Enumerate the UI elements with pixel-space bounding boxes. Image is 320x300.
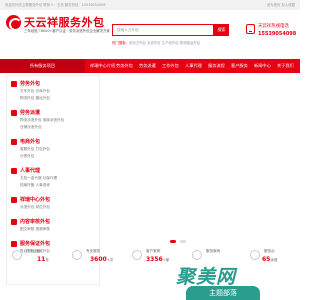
nav-all-categories[interactable]: 所有服务项目 [0, 59, 85, 73]
category-icon [11, 139, 17, 145]
category-title[interactable]: 人事代理 [20, 167, 40, 174]
nav-item-process[interactable]: 服务流程 [208, 59, 225, 73]
category-sub[interactable]: 物流派遣外包 电商派遣外包 [20, 118, 64, 123]
category-icon [11, 197, 17, 203]
stat-label: 服务案例 [206, 249, 221, 253]
main-nav: 所有服务项目 祥瑞中心介绍 劳务外包 劳务派遣 工作外包 人事代理 服务流程 客… [0, 59, 300, 73]
watermark-tag: 主题部落 [186, 286, 260, 300]
category-icon [11, 168, 17, 174]
category-sub[interactable]: 图文审核 视频审核 [20, 227, 50, 232]
customer-icon [132, 250, 142, 260]
search-button[interactable]: 搜索 [214, 24, 229, 36]
category-sub[interactable]: 客服外包 打包外包 [20, 147, 50, 152]
category-sub[interactable]: 分拣外包 [20, 154, 34, 159]
category-icon [11, 110, 17, 116]
category-icon [11, 219, 17, 225]
stat-number: 3600 [90, 256, 107, 263]
category-title[interactable]: 电商外包 [20, 138, 40, 145]
nav-item-dispatch[interactable]: 劳务派遣 [139, 59, 156, 73]
top-bar-links[interactable]: 设为首页 加入收藏 [267, 2, 295, 7]
banner-area[interactable] [100, 75, 298, 241]
experience-icon [12, 250, 22, 260]
nav-item-work-outsourcing[interactable]: 工作外包 [162, 59, 179, 73]
case-icon [192, 250, 202, 260]
stat-unit: +家 [162, 258, 170, 262]
stat-value: 3600+次 [90, 256, 113, 263]
nav-item-intro[interactable]: 祥瑞中心介绍 [90, 59, 115, 73]
category-title[interactable]: 祥瑞中心外包 [20, 196, 50, 203]
nav-item-about[interactable]: 关于我们 [277, 59, 294, 73]
hot-search-words: 热门搜索：劳动力外包 派遣外包 生产线外包 物流搬运外包 [112, 40, 200, 45]
stat-unit: 年 [45, 258, 49, 262]
nav-item-outsourcing[interactable]: 劳务外包 [116, 59, 133, 73]
category-title[interactable]: 内容审核外包 [20, 218, 50, 225]
hotline-number: 15539054098 [258, 31, 297, 37]
category-sub[interactable]: 五险一金代缴 社保代理 [20, 176, 57, 181]
stat-number: 3356 [146, 256, 163, 263]
nav-item-customer[interactable]: 客户服务 [231, 59, 248, 73]
nav-item-news[interactable]: 新闻中心 [254, 59, 271, 73]
category-title[interactable]: 劳务外包 [20, 80, 40, 87]
hot-search-list[interactable]: 劳动力外包 派遣外包 生产线外包 物流搬运外包 [129, 41, 200, 45]
category-sub[interactable]: 档案托管 人事咨询 [20, 183, 50, 188]
stat-label: 行业经验 [26, 249, 41, 253]
category-title[interactable]: 劳务派遣 [20, 109, 40, 116]
stat-label: 服务点 [264, 249, 275, 253]
stat-unit: 余座 [270, 258, 278, 262]
search-input[interactable]: 搜索人力外包 [112, 24, 214, 36]
category-sub[interactable]: 叉车外包 仓库外包 [20, 89, 50, 94]
carousel-dot[interactable] [180, 240, 186, 243]
category-sub[interactable]: 物流外包 搬运外包 [20, 96, 50, 101]
nav-item-hr-agency[interactable]: 人事代理 [185, 59, 202, 73]
category-sub[interactable]: 仓储派遣外包 [20, 125, 42, 130]
stat-label: 专业服务 [86, 249, 101, 253]
category-sub[interactable]: 派遣外包 岗位外包 [20, 205, 50, 210]
stat-value: 3356+家 [146, 256, 169, 263]
stat-label: 客户案例 [146, 249, 161, 253]
location-icon [250, 250, 260, 260]
stat-value: 11年 [37, 256, 49, 263]
watermark-logo: 聚美网 [176, 266, 237, 288]
stat-value: 65余座 [262, 256, 278, 263]
top-bar-welcome: 欢迎访问天云祥服务外包 联系人：王总 服务热线：15539054098 [5, 3, 106, 7]
hot-search-label: 热门搜索： [112, 41, 129, 45]
top-bar: 欢迎访问天云祥服务外包 联系人：王总 服务热线：15539054098 设为首页… [0, 0, 300, 10]
phone-icon [246, 24, 255, 34]
hotline-label: 天云祥热线电话 [258, 24, 289, 29]
service-icon [72, 250, 82, 260]
site-slogan: 三年经验 / 8000+客户认证 · 劳务派遣外包企业解决方案 [24, 29, 110, 33]
carousel-dot-active[interactable] [170, 240, 176, 243]
stat-unit: +次 [106, 258, 114, 262]
category-icon [11, 81, 17, 87]
logo-icon[interactable] [6, 15, 22, 31]
